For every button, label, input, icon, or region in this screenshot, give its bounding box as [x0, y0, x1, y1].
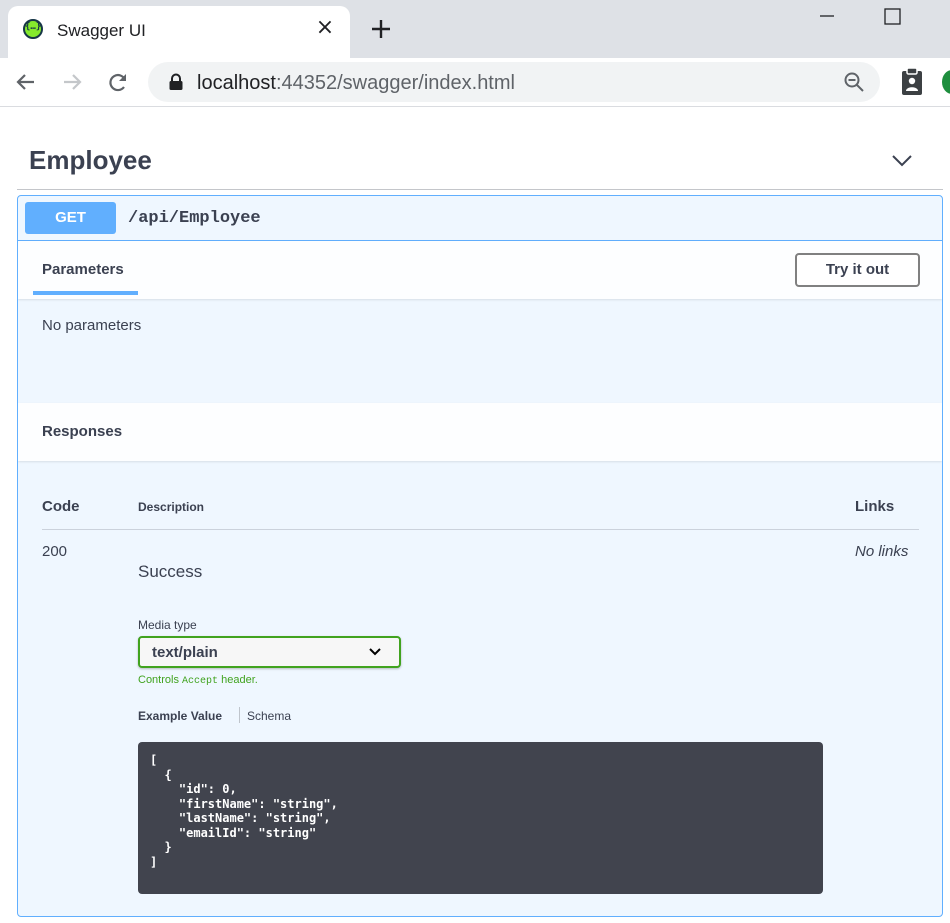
url-host: localhost [197, 72, 276, 94]
no-parameters-text: No parameters [42, 317, 142, 334]
try-it-out-button[interactable]: Try it out [795, 253, 920, 287]
tab-title: Swagger UI [57, 21, 146, 40]
tag-section-header[interactable]: Employee [17, 138, 943, 190]
response-code: 200 [42, 543, 68, 560]
column-header-description: Description [138, 500, 205, 514]
window-minimize-icon[interactable] [814, 4, 840, 30]
tab-close-icon[interactable]: × [313, 16, 337, 40]
zoom-out-icon[interactable] [843, 71, 865, 93]
clipboard-extension-icon[interactable] [899, 67, 925, 97]
operation-summary[interactable]: GET /api/Employee [18, 196, 942, 241]
media-type-select[interactable]: text/plain [138, 636, 401, 668]
swagger-page: Employee GET /api/Employee Parameters Tr… [0, 108, 950, 923]
controls-code: Accept [182, 676, 219, 687]
chevron-down-icon [369, 648, 381, 656]
browser-tab[interactable]: {…} Swagger UI × [8, 6, 350, 58]
lock-icon[interactable] [168, 73, 184, 91]
controls-accept-note: Controls Accept header. [138, 674, 258, 687]
active-tab-underline [33, 291, 138, 295]
favicon-glyph: {…} [25, 22, 42, 32]
window-maximize-icon[interactable] [880, 4, 906, 30]
controls-suffix: header. [221, 674, 258, 686]
example-json: [ { "id": 0, "firstName": "string", "las… [150, 753, 338, 869]
parameters-header: Parameters Try it out [18, 241, 942, 299]
tab-example-value[interactable]: Example Value [138, 709, 222, 723]
media-type-value: text/plain [152, 644, 218, 661]
section-title: Employee [29, 145, 152, 175]
profile-avatar[interactable] [942, 70, 950, 94]
url-path: :44352/swagger/index.html [275, 72, 515, 94]
response-description: Success [138, 562, 203, 581]
forward-arrow-icon[interactable] [58, 68, 86, 96]
back-arrow-icon[interactable] [12, 68, 40, 96]
tab-schema[interactable]: Schema [247, 709, 291, 723]
tab-parameters[interactable]: Parameters [42, 261, 124, 278]
new-tab-plus-icon[interactable] [366, 14, 396, 44]
example-value-code-block[interactable]: [ { "id": 0, "firstName": "string", "las… [138, 742, 823, 894]
table-divider [42, 529, 919, 530]
endpoint-path: /api/Employee [128, 209, 261, 228]
reload-icon[interactable] [104, 68, 132, 96]
browser-toolbar: localhost:44352/swagger/index.html [0, 58, 950, 107]
browser-tab-strip: {…} Swagger UI × [0, 0, 950, 58]
responses-title: Responses [42, 423, 123, 440]
tab-separator [239, 707, 240, 723]
chevron-down-icon[interactable] [889, 148, 915, 174]
http-method-badge: GET [25, 202, 116, 234]
response-links: No links [855, 543, 909, 560]
column-header-code: Code [42, 498, 80, 515]
operation-block: GET /api/Employee Parameters Try it out … [17, 195, 943, 917]
url-text: localhost:44352/swagger/index.html [197, 72, 515, 95]
controls-prefix: Controls [138, 674, 179, 686]
media-type-label: Media type [138, 618, 197, 632]
column-header-links: Links [855, 498, 895, 515]
address-bar[interactable]: localhost:44352/swagger/index.html [148, 62, 880, 102]
responses-header: Responses [18, 403, 942, 461]
swagger-favicon-icon: {…} [23, 19, 43, 39]
